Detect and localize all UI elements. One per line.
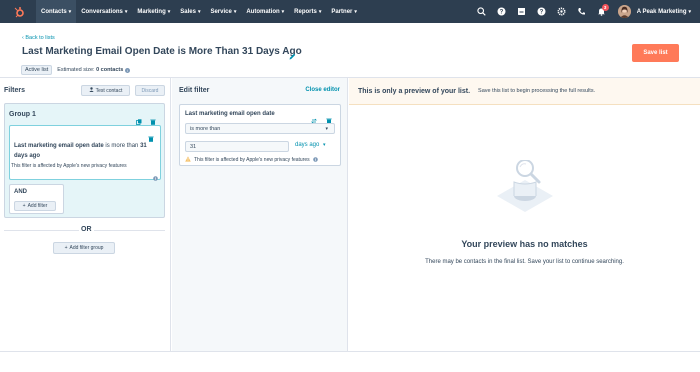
- chevron-down-icon: ▾: [167, 8, 171, 15]
- svg-text:?: ?: [540, 10, 544, 16]
- notification-count-badge: 3: [601, 4, 609, 11]
- caret-down-icon: ▾: [325, 125, 328, 132]
- edit-filter-title: Edit filter: [179, 87, 210, 94]
- save-list-button[interactable]: Save list: [632, 44, 679, 62]
- search-icon[interactable]: [472, 0, 492, 23]
- nav-service[interactable]: Service ▾: [205, 0, 241, 23]
- filter-group-1: Group 1 Last marketing email open date i…: [4, 103, 165, 218]
- operator-select-value: is more than: [190, 125, 221, 132]
- nav-partner[interactable]: Partner ▾: [326, 0, 362, 23]
- privacy-warning-text: This filter is affected by Apple's new p…: [194, 157, 310, 163]
- back-link-label: Back to lists: [25, 35, 55, 41]
- empty-state-title: Your preview has no matches: [461, 239, 588, 249]
- notifications-bell-icon[interactable]: 3: [592, 0, 612, 23]
- chevron-down-icon: ▾: [197, 8, 201, 15]
- filter-operator: is more than: [105, 143, 139, 149]
- info-icon[interactable]: [312, 156, 318, 164]
- estimated-size-value: 0 contacts: [96, 67, 124, 73]
- portal-name: A Peak Marketing: [636, 8, 687, 15]
- active-list-pill: Active list: [21, 65, 53, 75]
- empty-state-illustration: [489, 159, 561, 229]
- nav-automation[interactable]: Automation ▾: [241, 0, 289, 23]
- list-status-row: Active list Estimated size: 0 contacts i: [21, 65, 131, 75]
- add-filter-group-button[interactable]: + Add filter group: [53, 242, 115, 254]
- portal-switcher[interactable]: A Peak Marketing ▾: [637, 9, 691, 15]
- edit-filter-card: Last marketing email open date is more t…: [179, 104, 341, 166]
- svg-text:?: ?: [500, 10, 504, 16]
- preview-banner: This is only a preview of your list. Sav…: [349, 78, 700, 105]
- nav-conversations[interactable]: Conversations ▾: [76, 0, 132, 23]
- person-icon: [88, 87, 94, 94]
- and-label: AND: [14, 189, 27, 195]
- chevron-down-icon: ▾: [688, 8, 691, 15]
- chevron-down-icon: ▾: [354, 8, 357, 15]
- nav-label: Automation: [246, 8, 280, 15]
- add-filter-button[interactable]: + Add filter: [14, 201, 56, 211]
- estimated-size: Estimated size: 0 contacts: [57, 67, 123, 73]
- footer-divider: [0, 351, 700, 352]
- chevron-down-icon: ▾: [68, 8, 72, 15]
- filters-panel: Filters Test contact Discard Group 1 Las…: [0, 78, 171, 351]
- estimated-size-label: Estimated size:: [57, 67, 95, 73]
- nav-label: Conversations: [81, 8, 123, 15]
- help-icon[interactable]: ?: [492, 0, 512, 23]
- nav-sales[interactable]: Sales ▾: [175, 0, 205, 23]
- add-filter-group-label: Add filter group: [69, 245, 104, 251]
- info-icon[interactable]: [153, 168, 158, 186]
- discard-button[interactable]: Discard: [135, 85, 165, 96]
- test-contact-button[interactable]: Test contact: [81, 85, 130, 96]
- operator-select[interactable]: is more than ▾: [185, 123, 335, 134]
- empty-state-subtitle: There may be contacts in the final list.…: [425, 259, 624, 265]
- caret-down-icon: ▾: [323, 142, 326, 148]
- preview-banner-text: Save this list to begin processing the f…: [478, 88, 596, 94]
- chevron-down-icon: ▾: [281, 8, 285, 15]
- filter-property-title: Last marketing email open date: [185, 111, 275, 117]
- nav-label: Sales: [180, 8, 196, 15]
- group-title: Group 1: [9, 111, 36, 118]
- edit-filter-panel: Edit filter Close editor Last marketing …: [172, 78, 348, 351]
- privacy-warning: This filter is affected by Apple's new p…: [185, 156, 318, 164]
- warning-icon: [185, 156, 191, 164]
- list-title: Last Marketing Email Open Date is More T…: [22, 46, 302, 57]
- hubspot-logo-icon[interactable]: [9, 0, 29, 23]
- add-filter-label: Add filter: [27, 203, 48, 209]
- nav-reports[interactable]: Reports ▾: [289, 0, 326, 23]
- edit-title-pencil-icon[interactable]: [289, 47, 296, 65]
- marketplace-icon[interactable]: [512, 0, 532, 23]
- nav-right-tools: ? ? 3 A Peak Marketing ▾: [472, 0, 700, 23]
- calling-phone-icon[interactable]: [572, 0, 592, 23]
- plus-icon: +: [64, 245, 68, 251]
- filter-property: Last marketing email open date: [14, 143, 104, 149]
- filter-card[interactable]: Last marketing email open date is more t…: [9, 125, 161, 180]
- nav-label: Contacts: [41, 8, 67, 15]
- time-unit-label: days ago: [295, 142, 320, 148]
- filter-summary: Last marketing email open date is more t…: [14, 141, 154, 161]
- nav-label: Partner: [331, 8, 353, 15]
- settings-gear-icon[interactable]: [552, 0, 572, 23]
- nav-label: Service: [210, 8, 232, 15]
- chevron-down-icon: ▾: [233, 8, 237, 15]
- close-editor-link[interactable]: Close editor: [305, 87, 340, 93]
- test-contact-label: Test contact: [95, 87, 123, 94]
- nav-label: Marketing: [137, 8, 166, 15]
- nav-label: Reports: [294, 8, 317, 15]
- time-unit-dropdown[interactable]: days ago ▾: [295, 142, 326, 148]
- back-to-lists-link[interactable]: ‹ Back to lists: [22, 35, 55, 41]
- preview-panel: This is only a preview of your list. Sav…: [349, 78, 700, 351]
- days-value-input[interactable]: 31: [185, 141, 289, 152]
- preview-banner-title: This is only a preview of your list.: [358, 87, 471, 95]
- info-icon[interactable]: i: [125, 67, 131, 73]
- user-avatar[interactable]: [617, 5, 631, 18]
- chevron-down-icon: ▾: [318, 8, 322, 15]
- or-label: OR: [79, 226, 94, 233]
- top-navigation: Contacts ▾ Conversations ▾ Marketing ▾ Sale…: [0, 0, 700, 23]
- privacy-note: This filter is affected by Apple's new p…: [11, 163, 127, 169]
- nav-marketing[interactable]: Marketing ▾: [132, 0, 175, 23]
- chevron-down-icon: ▾: [124, 8, 128, 15]
- filters-title: Filters: [4, 87, 26, 94]
- and-block: AND + Add filter: [9, 184, 64, 214]
- nav-contacts[interactable]: Contacts ▾: [36, 0, 77, 23]
- question-icon[interactable]: ?: [532, 0, 552, 23]
- plus-icon: +: [22, 203, 26, 209]
